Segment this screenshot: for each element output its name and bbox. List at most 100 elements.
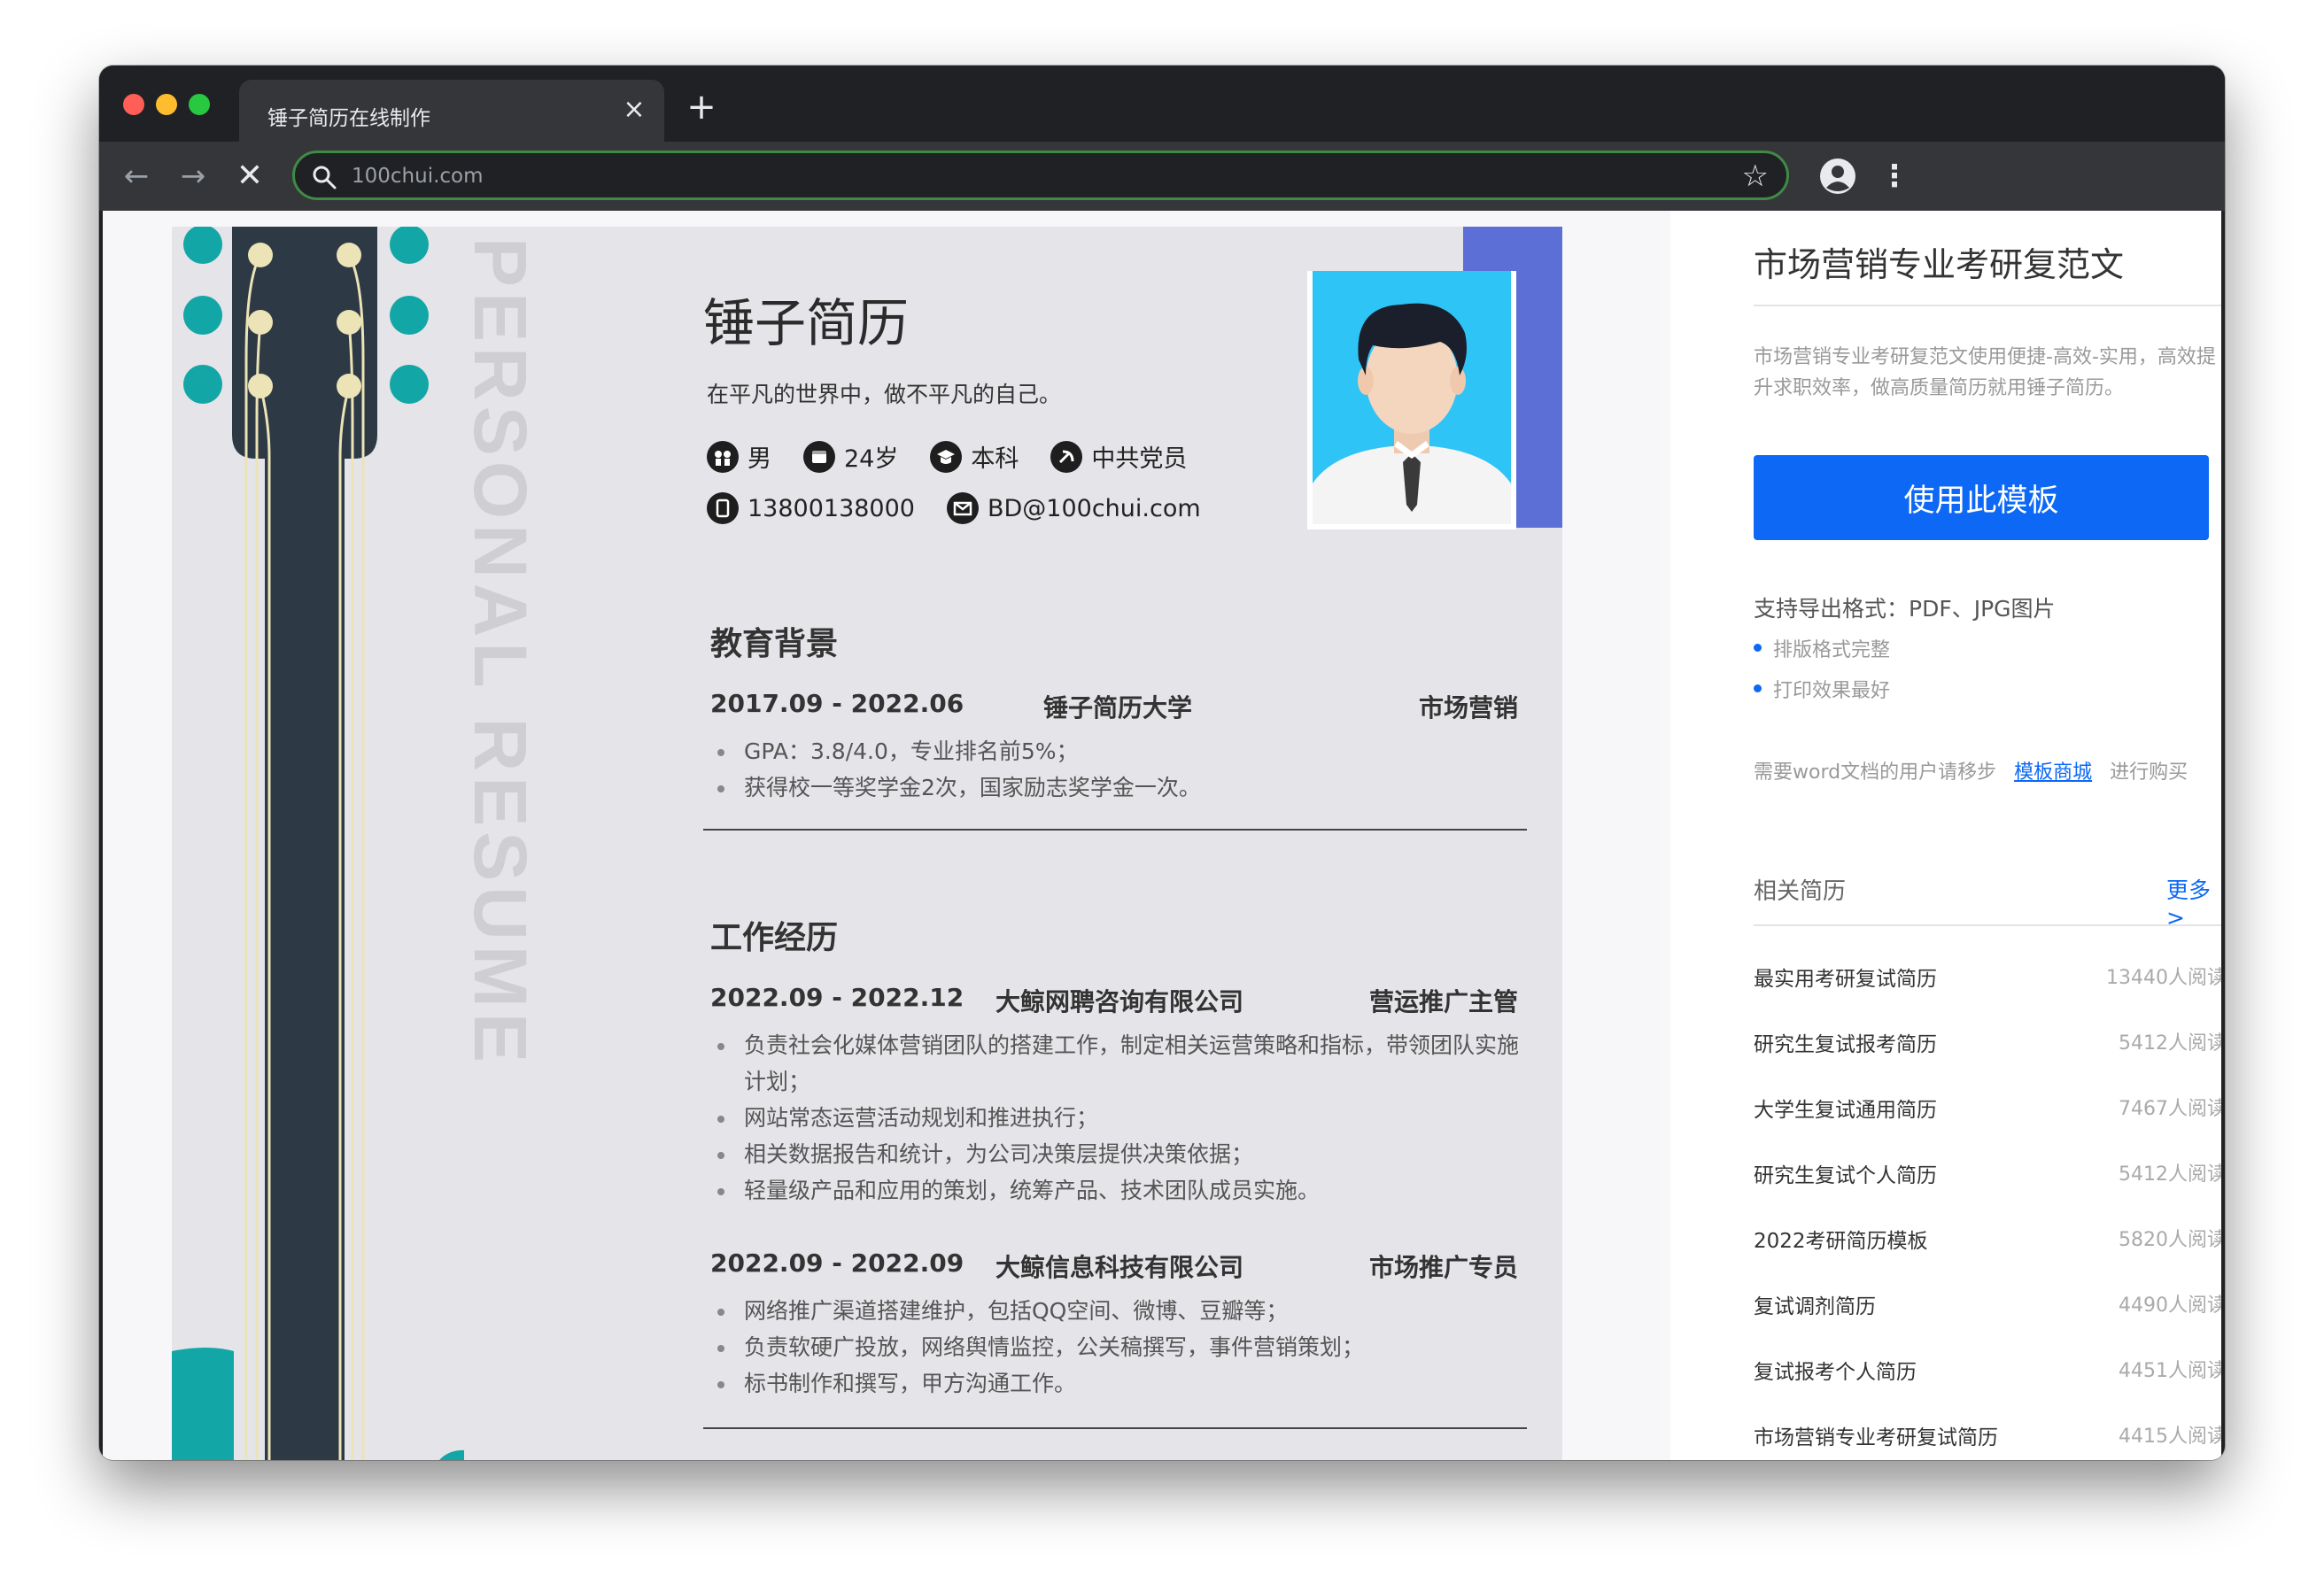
related-resume-item[interactable]: 2022考研简历模板 5820人阅读 [1754, 1224, 2221, 1259]
stop-loading-button[interactable]: ✕ [232, 159, 267, 195]
resume-motto: 在平凡的世界中，做不平凡的自己。 [707, 382, 1062, 407]
education-school: 锤子简历大学 [1043, 693, 1193, 723]
job-company: 大鲸网聘咨询有限公司 [995, 987, 1244, 1016]
education-section-title: 教育背景 [710, 626, 839, 662]
word-note-suffix: 进行购买 [2110, 761, 2188, 784]
minimize-window-button[interactable] [156, 94, 177, 115]
browser-window: 锤子简历在线制作 × + ← → ✕ 100chui.com ☆ ⋮ PERSO… [99, 66, 2225, 1460]
url-text[interactable]: 100chui.com [352, 165, 484, 188]
related-resume-name[interactable]: 2022考研简历模板 [1754, 1224, 1928, 1254]
related-resume-item[interactable]: 复试调剂简历 4490人阅读 [1754, 1289, 2221, 1325]
template-description: 市场营销专业考研复范文使用便捷-高效-实用，高效提升求职效率，做高质量简历就用锤… [1754, 346, 2216, 399]
export-formats: 支持导出格式：PDF、JPG图片 [1754, 596, 2056, 622]
browser-toolbar: ← → ✕ 100chui.com ☆ ⋮ [99, 142, 2225, 211]
related-resume-name[interactable]: 复试调剂简历 [1754, 1289, 1876, 1319]
profile-photo [1307, 271, 1516, 529]
related-resume-item[interactable]: 研究生复试个人简历 5412人阅读 [1754, 1158, 2221, 1194]
maximize-window-button[interactable] [189, 94, 210, 115]
related-resume-name[interactable]: 复试报考个人简历 [1754, 1355, 1917, 1385]
new-tab-button[interactable]: + [684, 89, 719, 126]
bookmark-star-icon[interactable]: ☆ [1742, 158, 1769, 194]
related-resume-name[interactable]: 研究生复试报考简历 [1754, 1027, 1937, 1057]
job-role: 营运推广主管 [1368, 987, 1518, 1016]
related-resume-name[interactable]: 最实用考研复试简历 [1754, 962, 1937, 992]
browser-tab[interactable]: 锤子简历在线制作 × [239, 80, 664, 142]
related-resume-item[interactable]: 大学生复试通用简历 7467人阅读 [1754, 1093, 2221, 1128]
divider [1754, 924, 2221, 926]
back-button[interactable]: ← [119, 159, 154, 195]
email-text: BD@100chui.com [987, 494, 1201, 522]
related-resume-name[interactable]: 市场营销专业考研复试简历 [1754, 1420, 1998, 1450]
template-title: 市场营销专业考研复范文 [1754, 245, 2125, 284]
feature-item: 排版格式完整 [1754, 634, 1890, 662]
job-entry-header: 2022.09 - 2022.09 大鲸信息科技有限公司 市场推广专员 [710, 1248, 1518, 1284]
phone-text: 13800138000 [748, 494, 915, 522]
word-note: 需要word文档的用户请移步 模板商城 进行购买 [1754, 756, 2188, 784]
education-bullets: GPA：3.8/4.0，专业排名前5%； 获得校一等奖学金2次，国家励志奖学金一… [710, 733, 1525, 806]
guitar-illustration [172, 227, 464, 1460]
related-resume-item[interactable]: 最实用考研复试简历 13440人阅读 [1754, 962, 2221, 997]
gender-icon [707, 440, 739, 473]
related-resume-name[interactable]: 研究生复试个人简历 [1754, 1158, 1937, 1188]
degree-item: 本科 [930, 439, 1019, 474]
age-text: 24岁 [844, 445, 899, 473]
tab-close-icon[interactable]: × [618, 94, 650, 126]
list-item: 相关数据报告和统计，为公司决策层提供决策依据； [710, 1136, 1525, 1172]
read-count: 4490人阅读 [2119, 1294, 2221, 1317]
personal-info-row: 男 24岁 本科 中共党员 [707, 439, 1219, 474]
template-mall-link[interactable]: 模板商城 [2014, 761, 2092, 784]
education-cap-icon [930, 440, 963, 473]
search-icon [313, 166, 337, 189]
more-link[interactable]: 更多> [2166, 873, 2221, 931]
resume-preview: PERSONAL RESUME 锤子简历 在平凡的世界中，做不平凡的自己。 男 … [172, 227, 1562, 1460]
list-item: 获得校一等奖学金2次，国家励志奖学金一次。 [710, 769, 1525, 806]
forward-button[interactable]: → [175, 159, 211, 195]
age-item: 24岁 [803, 439, 898, 474]
page-viewport: PERSONAL RESUME 锤子简历 在平凡的世界中，做不平凡的自己。 男 … [103, 211, 2221, 1460]
phone-icon [707, 492, 739, 524]
read-count: 4415人阅读 [2119, 1426, 2221, 1448]
email-icon [946, 492, 979, 524]
read-count: 4451人阅读 [2119, 1360, 2221, 1382]
party-emblem-icon [1050, 440, 1083, 473]
gender-text: 男 [748, 445, 771, 473]
close-window-button[interactable] [123, 94, 144, 115]
politics-item: 中共党员 [1050, 439, 1187, 474]
contact-info-row: 13800138000 BD@100chui.com [707, 492, 1233, 524]
calendar-icon [803, 440, 835, 473]
politics-text: 中共党员 [1091, 445, 1188, 473]
related-resumes-title: 相关简历 [1754, 878, 1847, 905]
profile-avatar-icon[interactable] [1819, 158, 1856, 195]
related-resume-name[interactable]: 大学生复试通用简历 [1754, 1093, 1937, 1123]
address-bar[interactable]: 100chui.com ☆ [292, 151, 1789, 200]
job-date: 2022.09 - 2022.09 [710, 1248, 964, 1278]
list-item: 负责社会化媒体营销团队的搭建工作，制定相关运营策略和指标，带领团队实施计划； [710, 1027, 1525, 1100]
use-template-button[interactable]: 使用此模板 [1754, 455, 2209, 540]
list-item: GPA：3.8/4.0，专业排名前5%； [710, 733, 1525, 769]
related-resume-item[interactable]: 复试报考个人简历 4451人阅读 [1754, 1355, 2221, 1390]
svg-text:PERSONAL RESUME: PERSONAL RESUME [464, 237, 535, 1068]
browser-menu-icon[interactable]: ⋮ [1879, 156, 1910, 197]
read-count: 5412人阅读 [2119, 1163, 2221, 1186]
list-item: 网站常态运营活动规划和推进执行； [710, 1100, 1525, 1136]
tab-strip: 锤子简历在线制作 × + [99, 66, 2225, 142]
job-entry-header: 2022.09 - 2022.12 大鲸网聘咨询有限公司 营运推广主管 [710, 983, 1518, 1018]
vertical-watermark-text: PERSONAL RESUME [464, 237, 535, 1068]
list-item: 网络推广渠道搭建维护，包括QQ空间、微博、豆瓣等； [710, 1293, 1525, 1329]
section-divider [703, 1427, 1527, 1429]
education-date: 2017.09 - 2022.06 [710, 689, 964, 718]
feature-item: 打印效果最好 [1754, 675, 1890, 703]
email-item: BD@100chui.com [946, 492, 1201, 524]
job-bullets: 网络推广渠道搭建维护，包括QQ空间、微博、豆瓣等； 负责软硬广投放，网络舆情监控… [710, 1293, 1525, 1402]
job-company: 大鲸信息科技有限公司 [995, 1253, 1244, 1282]
phone-item: 13800138000 [707, 492, 915, 524]
list-item: 轻量级产品和应用的策划，统筹产品、技术团队成员实施。 [710, 1172, 1525, 1209]
read-count: 5820人阅读 [2119, 1229, 2221, 1251]
read-count: 7467人阅读 [2119, 1098, 2221, 1120]
related-resume-item[interactable]: 市场营销专业考研复试简历 4415人阅读 [1754, 1420, 2221, 1456]
list-item: 负责软硬广投放，网络舆情监控，公关稿撰写，事件营销策划； [710, 1329, 1525, 1365]
list-item: 标书制作和撰写，甲方沟通工作。 [710, 1365, 1525, 1402]
work-section-title: 工作经历 [710, 920, 839, 956]
related-resume-item[interactable]: 研究生复试报考简历 5412人阅读 [1754, 1027, 2221, 1063]
read-count: 13440人阅读 [2106, 967, 2221, 989]
